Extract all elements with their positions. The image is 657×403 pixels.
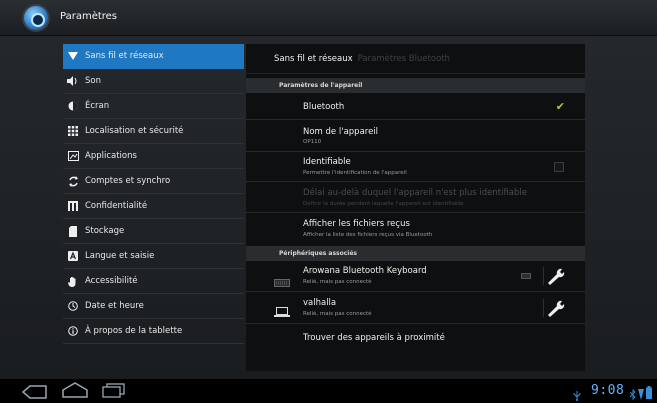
settings-content: Sans fil et réseaux Son Écran Localisati… [0,36,657,379]
sidebar-item-label: Confidentialité [85,201,148,211]
bluetooth-title: Bluetooth [303,102,345,112]
paired-device-row[interactable]: valhalla Relié, mais pas connecté [246,292,585,324]
sidebar-item-label: Date et heure [85,301,144,311]
discoverable-summary: Permettre l'identification de l'appareil [303,170,407,176]
find-nearby-button[interactable]: Trouver des appareils à proximité [246,324,585,350]
device-name-value: OP110 [303,139,322,145]
battery-icon [646,384,652,403]
keyboard-status-icon [521,273,531,279]
page-title: Paramètres [60,11,118,22]
usb-icon [572,386,582,403]
bluetooth-checkbox-checked[interactable]: ✔ [556,101,565,112]
info-icon [67,325,79,337]
discoverable-checkbox[interactable] [554,162,564,172]
bluetooth-settings-panel: Sans fil et réseaux Paramètres Bluetooth… [246,44,585,371]
sidebar-item-location-security[interactable]: Localisation et sécurité [63,119,244,144]
received-files-title: Afficher les fichiers reçus [303,219,410,229]
sidebar-item-sound[interactable]: Son [63,69,244,94]
applications-icon [67,150,79,162]
discoverable-row[interactable]: Identifiable Permettre l'identification … [246,152,585,182]
paired-device-status: Relié, mais pas connecté [303,279,372,285]
paired-device-name: valhalla [303,298,337,308]
paired-device-name: Arowana Bluetooth Keyboard [303,266,427,276]
received-files-summary: Afficher la liste des fichiers reçus via… [303,232,433,238]
discoverable-timeout-title: Délai au-delà duquel l'appareil n'est pl… [303,188,528,198]
sidebar-item-label: À propos de la tablette [85,326,183,336]
home-icon[interactable] [62,382,88,402]
discoverable-title: Identifiable [303,157,351,167]
settings-sidebar: Sans fil et réseaux Son Écran Localisati… [63,44,244,344]
sidebar-item-date-time[interactable]: Date et heure [63,294,244,319]
storage-icon [67,225,79,237]
sidebar-item-label: Écran [85,101,110,111]
bluetooth-toggle-row[interactable]: Bluetooth ✔ [246,93,585,120]
breadcrumb-parent[interactable]: Sans fil et réseaux [274,54,353,64]
back-icon[interactable] [21,384,48,403]
sidebar-item-label: Localisation et sécurité [85,126,184,136]
sync-icon [67,175,79,187]
wrench-icon[interactable] [543,299,565,317]
sidebar-item-wireless[interactable]: Sans fil et réseaux [63,44,244,69]
paired-device-row[interactable]: Arowana Bluetooth Keyboard Relié, mais p… [246,261,585,292]
speaker-icon [67,75,79,87]
system-bar: 9:08 [0,379,657,403]
discoverable-timeout-summary: Définir la durée pendant laquelle l'appa… [303,201,464,207]
wrench-icon[interactable] [543,267,565,285]
sidebar-item-accessibility[interactable]: Accessibilité [63,269,244,294]
sidebar-item-applications[interactable]: Applications [63,144,244,169]
device-name-row[interactable]: Nom de l'appareil OP110 [246,120,585,152]
sidebar-item-label: Son [85,76,101,86]
sidebar-item-label: Accessibilité [85,276,138,286]
sidebar-item-storage[interactable]: Stockage [63,219,244,244]
sidebar-item-label: Langue et saisie [85,251,155,261]
received-files-row[interactable]: Afficher les fichiers reçus Afficher la … [246,213,585,246]
wifi-icon [67,50,79,62]
sidebar-item-about-tablet[interactable]: À propos de la tablette [63,319,244,344]
action-bar: Paramètres [0,0,657,36]
section-header-paired: Périphériques associés [246,246,585,261]
clock-icon [67,300,79,312]
sidebar-item-accounts-sync[interactable]: Comptes et synchro [63,169,244,194]
grid-icon [67,125,79,137]
bluetooth-status-icon [629,385,636,403]
breadcrumb-current: Paramètres Bluetooth [357,53,451,64]
sidebar-item-label: Comptes et synchro [85,176,171,186]
keyboard-icon [274,272,290,291]
find-nearby-label: Trouver des appareils à proximité [303,333,445,343]
keyboard-letter-icon [67,250,79,262]
sidebar-item-label: Sans fil et réseaux [85,51,164,61]
sidebar-item-label: Stockage [85,226,125,236]
sidebar-item-display[interactable]: Écran [63,94,244,119]
laptop-icon [274,302,290,321]
sidebar-item-privacy[interactable]: Confidentialité [63,194,244,219]
settings-app-icon[interactable] [24,6,48,30]
brightness-icon [67,100,79,112]
privacy-icon [67,200,79,212]
recent-apps-icon[interactable] [102,383,126,402]
sidebar-item-label: Applications [85,151,137,161]
sidebar-item-language-input[interactable]: Langue et saisie [63,244,244,269]
wifi-signal-icon [638,385,644,403]
status-clock[interactable]: 9:08 [591,383,624,398]
device-name-title: Nom de l'appareil [303,127,379,137]
hand-icon [67,275,79,287]
discoverable-timeout-row: Délai au-delà duquel l'appareil n'est pl… [246,182,585,213]
paired-device-status: Relié, mais pas connecté [303,311,372,317]
section-header-device: Paramètres de l'appareil [246,78,585,93]
breadcrumb: Sans fil et réseaux Paramètres Bluetooth [246,44,585,74]
